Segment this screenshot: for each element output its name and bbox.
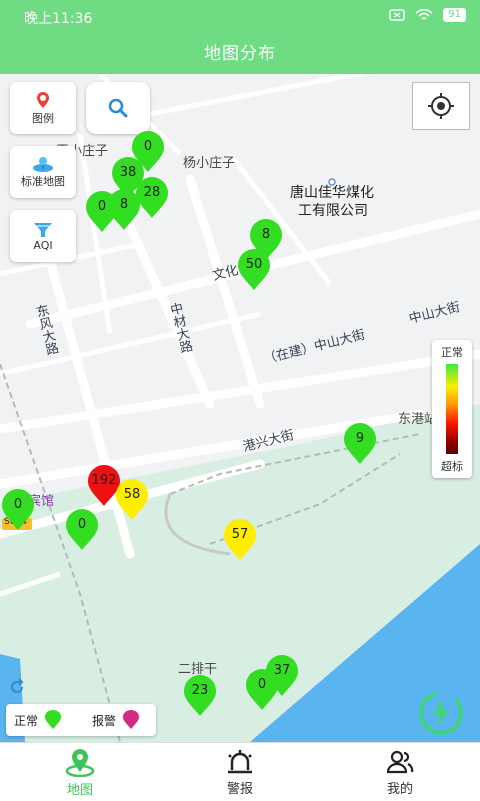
map-pin-icon <box>65 748 95 777</box>
pin-value: 57 <box>231 527 249 542</box>
battery-indicator: 91 <box>443 8 466 22</box>
pin-value: 0 <box>257 677 267 692</box>
map-type-label: 标准地图 <box>21 175 65 188</box>
sim-icon <box>389 9 406 21</box>
station-pin[interactable]: 50 <box>236 248 272 292</box>
aqi-label: AQI <box>33 238 53 252</box>
status-legend: 正常 报警 <box>6 704 156 736</box>
tab-alarm-label: 警报 <box>226 781 253 797</box>
tab-mine-label: 我的 <box>386 781 413 797</box>
pin-value: 23 <box>191 683 209 698</box>
place-label: 唐山佳华煤化 <box>290 185 374 201</box>
alarm-legend-label: 报警 <box>92 713 117 728</box>
tab-map-label: 地图 <box>66 782 93 798</box>
map-type-button[interactable]: 标准地图 <box>10 146 76 198</box>
map-type-icon <box>33 157 53 172</box>
legend-icon <box>37 92 49 108</box>
aqi-button[interactable]: AQI <box>10 210 76 262</box>
pin-value: 8 <box>261 227 271 242</box>
place-label: 杨小庄子 <box>183 156 236 171</box>
refresh-icon[interactable] <box>8 678 26 696</box>
pin-value: 9 <box>355 431 365 446</box>
scale-top-label: 正常 <box>441 346 463 359</box>
tab-mine[interactable]: 我的 <box>320 743 480 801</box>
station-pin[interactable]: 9 <box>342 422 378 466</box>
station-pin[interactable]: 0 <box>244 668 280 712</box>
page-title: 地图分布 <box>0 34 480 74</box>
station-pin[interactable]: 23 <box>182 674 218 718</box>
normal-pin-icon <box>45 710 62 729</box>
tab-map[interactable]: 地图 <box>0 743 160 801</box>
pin-value: 8 <box>119 197 129 212</box>
pin-value: 0 <box>13 497 23 512</box>
scale-bottom-label: 超标 <box>441 460 463 473</box>
search-icon <box>108 98 128 118</box>
map-view[interactable]: S044 杨小庄子 王小庄子 唐山佳华煤化 工有限公司 二排干 东港站 宾馆 中… <box>0 74 480 742</box>
station-pin[interactable]: 57 <box>222 518 258 562</box>
search-button[interactable] <box>86 82 150 134</box>
tab-bar: 地图 警报 我的 <box>0 742 480 801</box>
scale-gradient <box>446 364 458 454</box>
status-time: 晚上11:36 <box>24 11 93 27</box>
legend-button-label: 图例 <box>32 112 54 125</box>
pin-value: 0 <box>77 517 87 532</box>
status-icons: 91 <box>389 8 466 22</box>
people-icon <box>386 750 414 773</box>
locate-icon <box>428 93 454 119</box>
tab-alarm[interactable]: 警报 <box>160 743 320 801</box>
place-label: 工有限公司 <box>298 203 368 219</box>
pin-value: 0 <box>143 139 153 154</box>
lightning-refresh-icon[interactable] <box>416 688 466 738</box>
locate-button[interactable] <box>412 82 470 130</box>
pin-value: 50 <box>245 257 263 272</box>
station-pin[interactable]: 58 <box>114 478 150 522</box>
station-pin[interactable]: 0 <box>64 508 100 552</box>
wifi-icon <box>415 8 433 20</box>
normal-legend-label: 正常 <box>14 713 39 728</box>
alarm-pin-icon <box>123 710 140 729</box>
station-pin[interactable]: 0 <box>0 488 36 532</box>
siren-icon <box>228 749 252 773</box>
status-bar: 晚上11:36 91 <box>0 0 480 34</box>
pin-value: 58 <box>123 487 141 502</box>
station-pin[interactable]: 8 <box>106 188 142 232</box>
legend-button[interactable]: 图例 <box>10 82 76 134</box>
aqi-icon <box>34 222 52 237</box>
aqi-scale-legend: 正常 超标 <box>432 340 472 478</box>
